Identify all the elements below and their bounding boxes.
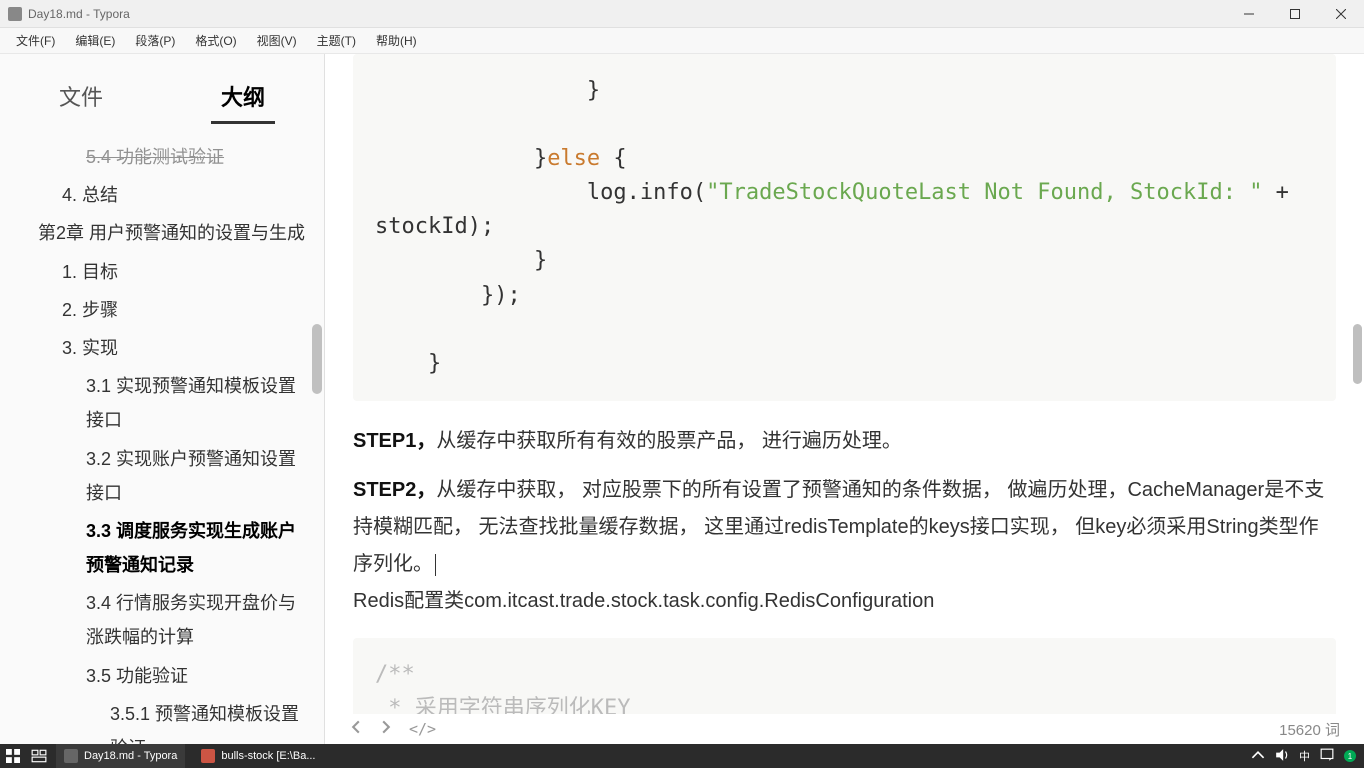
outline-item[interactable]: 5.4 功能测试验证 — [18, 138, 312, 176]
notification-icon[interactable] — [1320, 748, 1334, 765]
outline-item[interactable]: 1. 目标 — [18, 253, 312, 291]
outline-item[interactable]: 第2章 用户预警通知的设置与生成 — [18, 214, 312, 252]
step2-text2: Redis配置类com.itcast.trade.stock.task.conf… — [353, 590, 934, 612]
step2-text: 从缓存中获取， 对应股票下的所有设置了预警通知的条件数据， 做遍历处理，Cach… — [353, 479, 1324, 575]
sidebar-tabs: 文件 大纲 — [0, 54, 324, 124]
content-scrollbar[interactable] — [1353, 324, 1362, 384]
outline-item[interactable]: 3.1 实现预警通知模板设置接口 — [18, 367, 312, 439]
paragraph-step2[interactable]: STEP2，从缓存中获取， 对应股票下的所有设置了预警通知的条件数据， 做遍历处… — [353, 472, 1336, 620]
source-toggle-icon[interactable]: </> — [409, 720, 436, 738]
step1-label: STEP1， — [353, 430, 436, 452]
window-title: Day18.md - Typora — [28, 7, 130, 21]
outline-item[interactable]: 3. 实现 — [18, 329, 312, 367]
ime-indicator[interactable]: 中 — [1299, 748, 1310, 764]
outline-item[interactable]: 3.4 行情服务实现开盘价与涨跌幅的计算 — [18, 584, 312, 656]
windows-taskbar: Day18.md - Typora bulls-stock [E:\Ba... … — [0, 744, 1364, 768]
menu-view[interactable]: 视图(V) — [247, 29, 307, 52]
outline-item[interactable]: 3.5 功能验证 — [18, 657, 312, 695]
task-view-icon[interactable] — [30, 747, 48, 765]
step1-text: 从缓存中获取所有有效的股票产品， 进行遍历处理。 — [436, 430, 902, 452]
window-titlebar: Day18.md - Typora — [0, 0, 1364, 28]
text-caret — [435, 554, 436, 576]
typora-icon — [64, 749, 78, 763]
code-block-1[interactable]: } }else { log.info("TradeStockQuoteLast … — [353, 54, 1336, 401]
paragraph-step1[interactable]: STEP1，从缓存中获取所有有效的股票产品， 进行遍历处理。 — [353, 423, 1336, 460]
menu-format[interactable]: 格式(O) — [185, 29, 246, 52]
menu-edit[interactable]: 编辑(E) — [65, 29, 125, 52]
close-button[interactable] — [1318, 0, 1364, 28]
menu-theme[interactable]: 主题(T) — [307, 29, 366, 52]
notification-badge: 1 — [1344, 750, 1356, 762]
nav-back-icon[interactable] — [349, 720, 363, 738]
maximize-button[interactable] — [1272, 0, 1318, 28]
menu-paragraph[interactable]: 段落(P) — [125, 29, 185, 52]
outline-panel[interactable]: 5.4 功能测试验证 4. 总结 第2章 用户预警通知的设置与生成 1. 目标 … — [0, 124, 324, 744]
volume-icon[interactable] — [1275, 748, 1289, 765]
outline-item[interactable]: 3.2 实现账户预警通知设置接口 — [18, 440, 312, 512]
menu-file[interactable]: 文件(F) — [6, 29, 65, 52]
taskbar-app-idea[interactable]: bulls-stock [E:\Ba... — [193, 744, 323, 768]
step2-label: STEP2， — [353, 479, 436, 501]
menubar: 文件(F) 编辑(E) 段落(P) 格式(O) 视图(V) 主题(T) 帮助(H… — [0, 28, 1364, 54]
word-count[interactable]: 15620 词 — [1279, 719, 1340, 740]
tab-outline[interactable]: 大纲 — [193, 72, 293, 124]
editor-content[interactable]: } }else { log.info("TradeStockQuoteLast … — [325, 54, 1364, 744]
window-controls — [1226, 0, 1364, 28]
taskbar-app-typora[interactable]: Day18.md - Typora — [56, 744, 185, 768]
menu-help[interactable]: 帮助(H) — [366, 29, 427, 52]
outline-item[interactable]: 3.5.1 预警通知模板设置验证 — [18, 695, 312, 744]
nav-forward-icon[interactable] — [379, 720, 393, 738]
outline-scrollbar[interactable] — [312, 324, 322, 394]
minimize-button[interactable] — [1226, 0, 1272, 28]
start-button[interactable] — [4, 747, 22, 765]
tray-expand-icon[interactable] — [1251, 748, 1265, 765]
outline-item-active[interactable]: 3.3 调度服务实现生成账户预警通知记录 — [18, 512, 312, 584]
statusbar: </> 15620 词 — [325, 714, 1364, 744]
main-area: 文件 大纲 5.4 功能测试验证 4. 总结 第2章 用户预警通知的设置与生成 … — [0, 54, 1364, 744]
outline-item[interactable]: 4. 总结 — [18, 176, 312, 214]
sidebar: 文件 大纲 5.4 功能测试验证 4. 总结 第2章 用户预警通知的设置与生成 … — [0, 54, 325, 744]
idea-icon — [201, 749, 215, 763]
tab-files[interactable]: 文件 — [31, 72, 131, 124]
outline-item[interactable]: 2. 步骤 — [18, 291, 312, 329]
app-icon — [8, 7, 22, 21]
